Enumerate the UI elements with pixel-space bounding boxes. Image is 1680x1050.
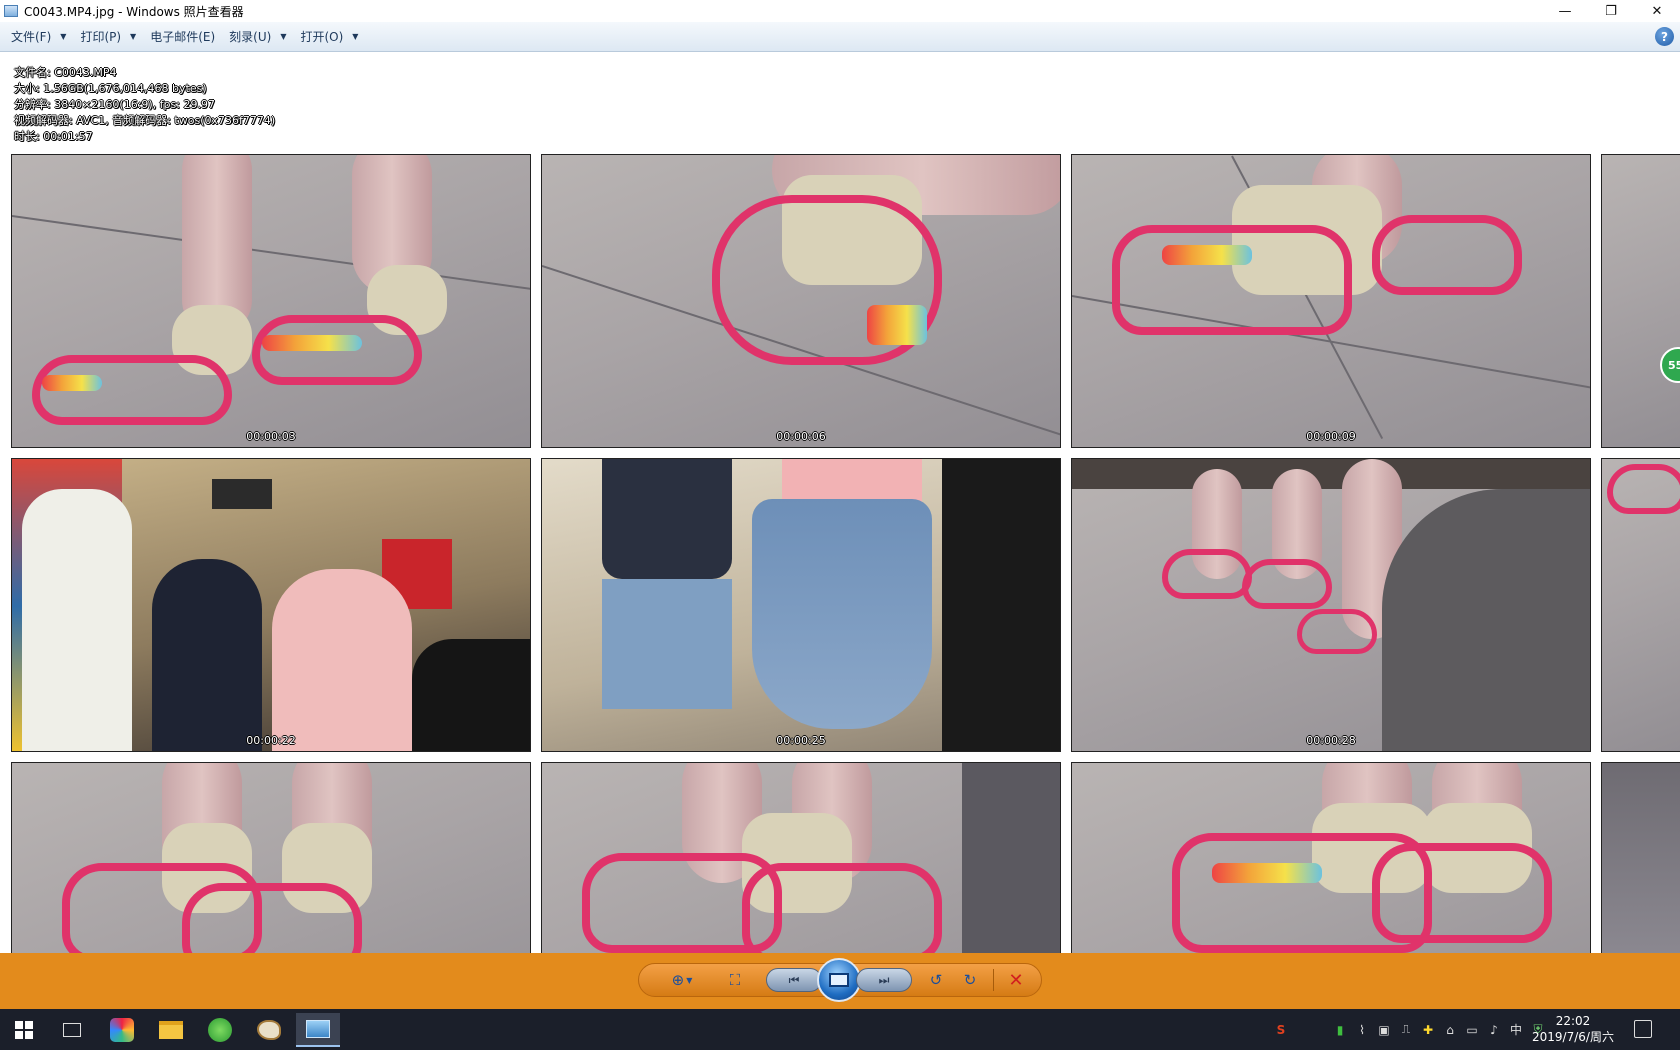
help-icon[interactable]: ? — [1655, 27, 1674, 46]
thumbnail-frame — [11, 762, 531, 953]
thumbnail-timestamp: 00:00:25 — [776, 734, 826, 747]
restore-button[interactable]: ❐ — [1588, 0, 1634, 22]
clock-time: 22:02 — [1555, 1014, 1591, 1028]
info-codec: 视频解码器: AVC1, 音频解码器: twos(0x736f7774) — [14, 114, 276, 127]
minimize-button[interactable]: — — [1542, 0, 1588, 22]
picture-app-icon[interactable] — [100, 1013, 144, 1047]
delete-icon[interactable]: ✕ — [1004, 970, 1028, 991]
thumbnail-frame-partial — [1601, 762, 1680, 953]
chevron-down-icon: ▼ — [686, 975, 693, 985]
rotate-cw-icon[interactable]: ↻ — [958, 970, 982, 990]
photo-viewer-icon[interactable] — [296, 1013, 340, 1047]
previous-button[interactable]: ⏮ — [766, 968, 822, 992]
system-tray: S ▮ ⌇ ▣ ⎍ ✚ ⌂ ▭ ♪ 中 ⛨ — [1270, 1009, 1549, 1050]
menu-open-label: 打开(O) — [300, 30, 344, 44]
notification-icon[interactable] — [1634, 1020, 1652, 1038]
zoom-icon[interactable]: ⊕ ▼ — [664, 970, 700, 990]
next-button[interactable]: ⏭ — [856, 968, 912, 992]
browser-icon[interactable] — [198, 1013, 242, 1047]
title-bar: C0043.MP4.jpg - Windows 照片查看器 — ❐ ✕ — [0, 0, 1680, 22]
battery-icon[interactable]: ▮ — [1332, 1022, 1348, 1038]
slideshow-icon — [829, 973, 849, 987]
taskbar: S ▮ ⌇ ▣ ⎍ ✚ ⌂ ▭ ♪ 中 ⛨ 22:02 2019/7/6/周六 — [0, 1009, 1680, 1050]
menu-print-label: 打印(P) — [80, 30, 122, 44]
usb-icon[interactable]: ⎍ — [1398, 1022, 1414, 1038]
thumbnail-timestamp: 00:00:06 — [776, 430, 826, 443]
thumbnail-frame: 00:00:09 — [1071, 154, 1591, 448]
thumbnail-frame — [541, 762, 1061, 953]
menu-bar: 文件(F) ▼ 打印(P) ▼ 电子邮件(E) 刻录(U) ▼ 打开(O) ▼ … — [0, 22, 1680, 52]
menu-print[interactable]: 打印(P) ▼ — [73, 25, 143, 49]
volume-icon[interactable]: ♪ — [1486, 1022, 1502, 1038]
window-title: C0043.MP4.jpg - Windows 照片查看器 — [24, 4, 244, 19]
update-icon[interactable]: ✚ — [1420, 1022, 1436, 1038]
thumbnail-timestamp: 00:00:28 — [1306, 734, 1356, 747]
chevron-down-icon: ▼ — [130, 32, 137, 41]
thumbnail-timestamp: 00:00:22 — [246, 734, 296, 747]
ime-icon[interactable]: S — [1273, 1022, 1289, 1038]
menu-email-label: 电子邮件(E) — [150, 30, 216, 44]
clock-date: 2019/7/6/周六 — [1532, 1030, 1614, 1044]
chevron-down-icon: ▼ — [60, 32, 67, 41]
thumbnail-timestamp: 00:00:09 — [1306, 430, 1356, 443]
menu-file[interactable]: 文件(F) ▼ — [4, 25, 73, 49]
thumbnail-frame: 00:00:25 — [541, 458, 1061, 752]
thumbnail-frame: 00:00:06 — [541, 154, 1061, 448]
window-controls: — ❐ ✕ — [1542, 0, 1680, 22]
slideshow-button[interactable] — [817, 958, 861, 1002]
network-icon[interactable]: ⌇ — [1354, 1022, 1370, 1038]
taskbar-clock[interactable]: 22:02 2019/7/6/周六 — [1528, 1013, 1618, 1045]
info-filename: 文件名: C0043.MP4 — [14, 66, 117, 79]
viewer-toolbar: ⊕ ▼ ⛶ ⏮ ⏭ ↺ ↻ ✕ — [0, 953, 1680, 1009]
start-icon[interactable] — [2, 1013, 46, 1047]
paint-icon[interactable] — [247, 1013, 291, 1047]
info-size: 大小: 1.56GB(1,676,014,468 bytes) — [14, 82, 207, 95]
thumbnail-frame: 00:00:22 — [11, 458, 531, 752]
thumbnail-frame-partial — [1601, 154, 1680, 448]
thumbnail-frame — [1071, 762, 1591, 953]
menu-burn-label: 刻录(U) — [229, 30, 272, 44]
monitor-icon[interactable]: ▭ — [1464, 1022, 1480, 1038]
zoom-glyph: ⊕ — [671, 971, 685, 989]
menu-file-label: 文件(F) — [11, 30, 52, 44]
photo-viewer-app-icon — [4, 5, 18, 17]
ime-lang-icon[interactable]: 中 — [1508, 1022, 1524, 1038]
actual-size-icon[interactable]: ⛶ — [723, 970, 747, 990]
video-info-overlay: 文件名: C0043.MP4 大小: 1.56GB(1,676,014,468 … — [14, 65, 275, 145]
close-button[interactable]: ✕ — [1634, 0, 1680, 22]
wifi-icon[interactable]: ⌂ — [1442, 1022, 1458, 1038]
task-view-icon[interactable] — [50, 1013, 94, 1047]
thumbnail-timestamp: 00:00:03 — [246, 430, 296, 443]
chevron-down-icon: ▼ — [280, 32, 287, 41]
menu-open[interactable]: 打开(O) ▼ — [293, 25, 365, 49]
info-duration: 时长: 00:01:57 — [14, 130, 93, 143]
info-resolution: 分辨率: 3840×2160(16:9), fps: 29.97 — [14, 98, 215, 111]
rotate-ccw-icon[interactable]: ↺ — [924, 970, 948, 990]
thumbnail-frame: 00:00:28 — [1071, 458, 1591, 752]
menu-burn[interactable]: 刻录(U) ▼ — [222, 25, 293, 49]
thumbnail-frame-partial — [1601, 458, 1680, 752]
thumbnail-frame: 00:00:03 — [11, 154, 531, 448]
chevron-down-icon: ▼ — [352, 32, 359, 41]
toolbar-divider — [993, 969, 994, 991]
app-tray-icon[interactable]: ▣ — [1376, 1022, 1392, 1038]
file-explorer-icon[interactable] — [149, 1013, 193, 1047]
menu-email[interactable]: 电子邮件(E) — [143, 25, 222, 49]
image-canvas: 文件名: C0043.MP4 大小: 1.56GB(1,676,014,468 … — [0, 53, 1680, 953]
